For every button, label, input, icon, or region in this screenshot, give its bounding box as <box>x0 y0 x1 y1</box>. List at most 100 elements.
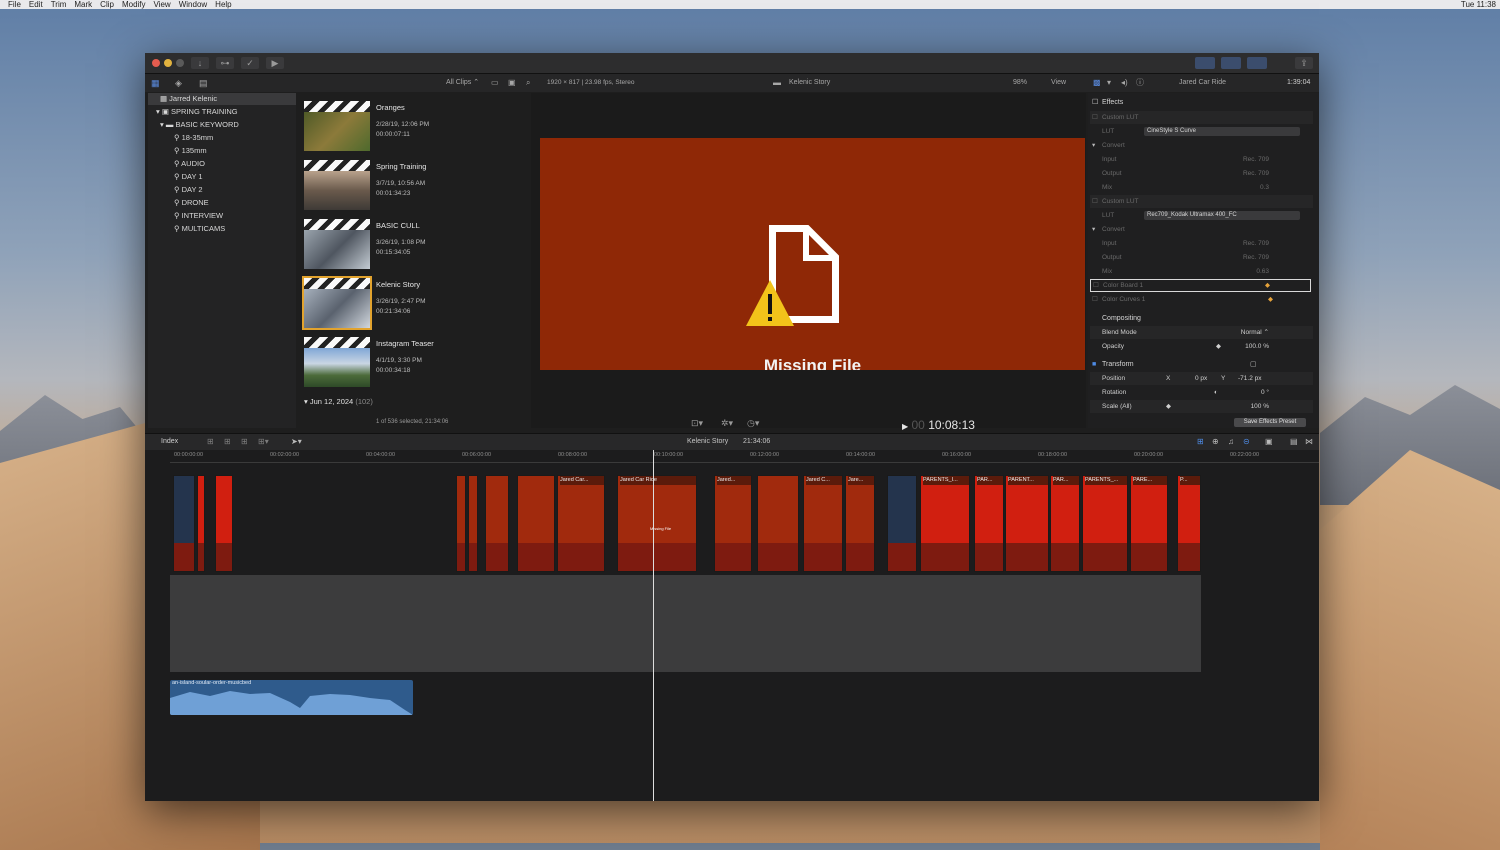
timeline[interactable]: 00:00:00:00 00:02:00:00 00:04:00:00 00:0… <box>145 450 1319 801</box>
layout-timeline-icon[interactable] <box>1221 57 1241 69</box>
lut2-lut-dropdown[interactable]: Rec709_Kodak Ultramax 400_FC <box>1144 211 1300 220</box>
lut2-header[interactable]: ☐ Custom LUT <box>1090 195 1313 208</box>
color-board-row[interactable]: ☐ Color Board 1 ◆ <box>1090 279 1311 292</box>
timeline-clip[interactable]: Jare... <box>845 475 875 572</box>
lut1-header[interactable]: ☐ Custom LUT <box>1090 111 1313 124</box>
menu-clip[interactable]: Clip <box>100 0 114 9</box>
info-inspector-icon[interactable]: ⓘ <box>1136 74 1144 92</box>
blend-mode-dropdown[interactable]: Normal ⌃ <box>1241 326 1269 339</box>
view-dropdown[interactable]: View <box>1051 74 1066 92</box>
zoom-button[interactable] <box>176 59 184 67</box>
checkbox-icon[interactable]: ☐ <box>1092 195 1098 208</box>
scale-value[interactable]: 100 % <box>1251 400 1269 413</box>
close-button[interactable] <box>152 59 160 67</box>
snapping-icon[interactable]: ▣ <box>1265 434 1273 450</box>
timeline-clip[interactable] <box>197 475 205 572</box>
export-icon[interactable]: ⇪ <box>1295 57 1313 69</box>
menu-trim[interactable]: Trim <box>51 0 67 9</box>
timeline-clip[interactable]: PARE... <box>1130 475 1168 572</box>
photos-icon[interactable]: ◈ <box>175 74 182 92</box>
keyword-drone[interactable]: ⚲ DRONE <box>148 197 209 209</box>
timeline-clip[interactable] <box>173 475 195 572</box>
menu-mark[interactable]: Mark <box>74 0 92 9</box>
lut1-lut-dropdown[interactable]: CineStyle S Curve <box>1144 127 1300 136</box>
timeline-clip[interactable] <box>456 475 466 572</box>
transform-header[interactable]: ■ Transform ▢ <box>1090 358 1313 371</box>
effects-header[interactable]: ☐ Effects <box>1090 96 1313 109</box>
timeline-clip[interactable]: PAR... <box>974 475 1004 572</box>
color-board-icon[interactable]: ◆ <box>1265 280 1270 291</box>
position-x-value[interactable]: 0 px <box>1195 372 1207 385</box>
clip-appearance-icon[interactable]: ▣ <box>508 74 516 92</box>
timeline-clip[interactable] <box>517 475 555 572</box>
keyword-135mm[interactable]: ⚲ 135mm <box>148 145 207 157</box>
audio-inspector-icon[interactable]: ◂) <box>1121 74 1128 92</box>
menu-help[interactable]: Help <box>215 0 231 9</box>
timeline-clip-jared-car-ride[interactable]: Jared Car Ride Missing File <box>617 475 697 572</box>
background-tasks-icon[interactable]: ✓ <box>241 57 259 69</box>
rotation-dial-icon[interactable]: ◐ <box>1214 386 1218 399</box>
skimming-icon[interactable]: ⊕ <box>1212 434 1219 450</box>
keyword-day-1[interactable]: ⚲ DAY 1 <box>148 171 203 183</box>
checkbox-icon[interactable]: ☐ <box>1093 280 1099 291</box>
checkbox-icon[interactable]: ☐ <box>1092 293 1098 306</box>
solo-icon[interactable]: ⊝ <box>1243 434 1250 450</box>
timeline-clip[interactable]: PARENTS_I... <box>920 475 970 572</box>
menubar-clock[interactable]: Tue 11:38 <box>1461 0 1496 9</box>
keyword-audio[interactable]: ⚲ AUDIO <box>148 158 205 170</box>
menu-window[interactable]: Window <box>179 0 207 9</box>
minimize-button[interactable] <box>164 59 172 67</box>
keyword-interview[interactable]: ⚲ INTERVIEW <box>148 210 223 222</box>
titles-icon[interactable]: ▤ <box>199 74 208 92</box>
layout-inspector-icon[interactable] <box>1247 57 1267 69</box>
lut2-convert-row[interactable]: ▾ Convert <box>1090 223 1313 236</box>
select-tool-icon[interactable]: ➤▾ <box>291 434 302 450</box>
timeline-clip[interactable]: Jared... <box>714 475 752 572</box>
append-clip-icon[interactable]: ⊞ <box>241 434 248 450</box>
opacity-slider-icon[interactable]: ◆ <box>1216 340 1221 353</box>
timeline-clip[interactable] <box>887 475 917 572</box>
insert-clip-icon[interactable]: ⊞ <box>224 434 231 450</box>
search-icon[interactable]: ⌕ <box>526 74 530 92</box>
share-icon[interactable]: ▶ <box>266 57 284 69</box>
menu-file[interactable]: File <box>8 0 21 9</box>
color-curves-icon[interactable]: ◆ <box>1268 293 1273 306</box>
timeline-ruler[interactable]: 00:00:00:00 00:02:00:00 00:04:00:00 00:0… <box>170 450 1319 463</box>
effects-browser-icon[interactable]: ⋈ <box>1305 434 1313 450</box>
checkbox-icon[interactable]: ☐ <box>1092 96 1098 109</box>
timecode-display[interactable]: ▶ 00 10:08:13 <box>902 418 1102 432</box>
timeline-clip[interactable]: PAR... <box>1050 475 1080 572</box>
event-spring-training[interactable]: ▾ ▣ SPRING TRAINING <box>148 106 238 118</box>
timeline-clip[interactable]: Jared Car... <box>557 475 605 572</box>
filmstrip-view-icon[interactable]: ▭ <box>491 74 499 92</box>
keyword-multicams[interactable]: ⚲ MULTICAMS <box>148 223 225 235</box>
library-item-jarred-kelenic[interactable]: ▦ Jarred Kelenic <box>148 93 296 105</box>
date-group-header[interactable]: ▾ Jun 12, 2024 (102) <box>304 397 373 406</box>
layout-browser-icon[interactable] <box>1195 57 1215 69</box>
menu-view[interactable]: View <box>154 0 171 9</box>
library-icon[interactable]: ▦ <box>151 74 160 92</box>
play-icon[interactable]: ▶ <box>902 422 908 431</box>
timeline-clip[interactable]: PARENTS_... <box>1082 475 1128 572</box>
audio-skimming-icon[interactable]: ♫ <box>1228 434 1234 450</box>
save-effects-preset-button[interactable]: Save Effects Preset <box>1234 418 1306 427</box>
clip-filter-dropdown[interactable]: All Clips ⌃ <box>446 74 479 92</box>
timeline-clip[interactable]: P... <box>1177 475 1201 572</box>
zoom-dropdown[interactable]: 98% <box>1013 74 1027 92</box>
timeline-clip[interactable]: PARENT... <box>1005 475 1049 572</box>
overwrite-clip-icon[interactable]: ⊞▾ <box>258 434 269 450</box>
retime-icon[interactable]: ◷▾ <box>747 418 759 429</box>
scale-slider-icon[interactable]: ◆ <box>1166 400 1171 413</box>
clip-appearance-icon[interactable]: ▤ <box>1290 434 1298 450</box>
menu-edit[interactable]: Edit <box>29 0 43 9</box>
timeline-clip[interactable] <box>215 475 233 572</box>
lut1-convert-row[interactable]: ▾ Convert <box>1090 139 1313 152</box>
color-curves-row[interactable]: ☐ Color Curves 1 ◆ <box>1090 293 1313 306</box>
timeline-gap-area[interactable] <box>170 575 1201 672</box>
enhancements-icon[interactable]: ✲▾ <box>721 418 733 429</box>
opacity-value[interactable]: 100.0 % <box>1245 340 1269 353</box>
clip-oranges[interactable]: Oranges 2/28/19, 12:06 PM 00:00:07:11 <box>304 101 524 156</box>
keyword-day-2[interactable]: ⚲ DAY 2 <box>148 184 203 196</box>
viewer-frame[interactable]: Missing File <box>540 138 1085 370</box>
keyword-icon[interactable]: ⊶ <box>216 57 234 69</box>
